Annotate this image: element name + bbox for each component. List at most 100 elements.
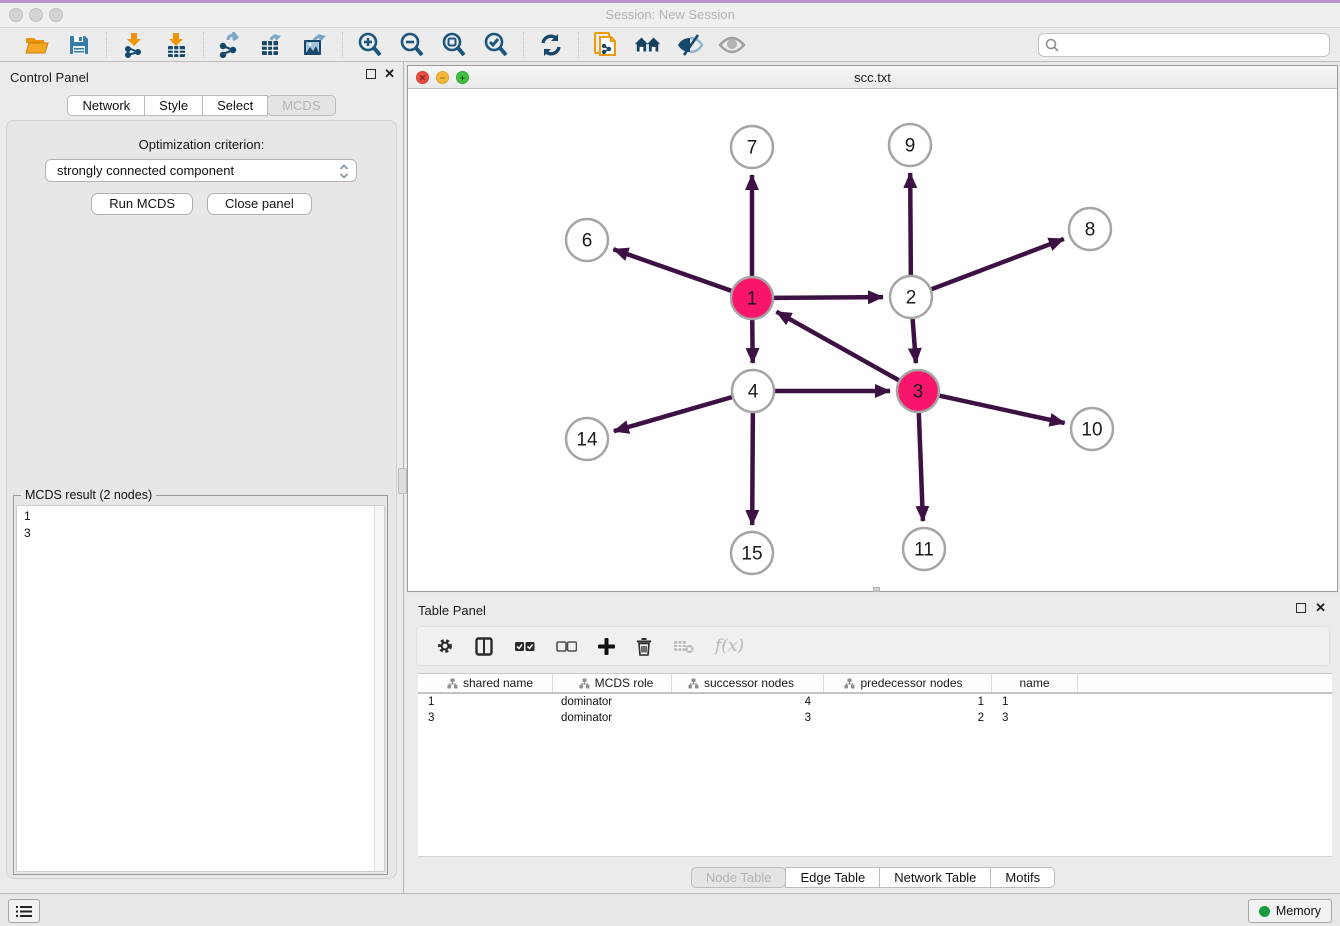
graph-edge-1-6[interactable] (613, 249, 731, 290)
save-session-icon[interactable] (65, 32, 93, 58)
result-scrollbar[interactable] (374, 506, 384, 871)
search-icon (1045, 38, 1059, 57)
graph-edge-2-9[interactable] (910, 173, 911, 275)
close-panel-icon[interactable]: ✕ (384, 69, 395, 79)
graph-edge-3-10[interactable] (939, 396, 1064, 423)
titlebar: Session: New Session (0, 3, 1340, 28)
criterion-dropdown[interactable]: strongly connected component (45, 159, 357, 182)
run-mcds-button[interactable]: Run MCDS (91, 193, 193, 215)
graph-node-label-2: 2 (906, 288, 917, 309)
graph-node-label-4: 4 (748, 382, 759, 403)
list-icon (16, 905, 32, 918)
tree-icon (579, 678, 590, 689)
table-settings-icon[interactable] (436, 637, 454, 655)
network-window-titlebar[interactable]: ✕ − + scc.txt (408, 66, 1337, 89)
zoom-in-icon[interactable] (356, 32, 384, 58)
new-network-from-selection-icon[interactable] (592, 32, 620, 58)
graph-node-label-9: 9 (905, 136, 916, 157)
close-panel-button[interactable]: Close panel (207, 193, 312, 215)
memory-label: Memory (1276, 904, 1321, 918)
delete-table-icon (673, 639, 694, 654)
tree-icon (844, 678, 855, 689)
status-bar: Memory (0, 893, 1340, 926)
zoom-out-icon[interactable] (398, 32, 426, 58)
task-history-button[interactable] (8, 899, 40, 923)
float-panel-icon[interactable] (366, 69, 376, 79)
open-session-icon[interactable] (23, 32, 51, 58)
main-toolbar (0, 28, 1340, 62)
search-input[interactable] (1038, 33, 1330, 57)
application-window: Session: New Session (0, 0, 1340, 926)
add-column-icon[interactable] (598, 638, 615, 655)
graph-edge-1-2[interactable] (774, 297, 883, 298)
zoom-selected-icon[interactable] (482, 32, 510, 58)
mcds-result-list[interactable]: 1 3 (16, 505, 385, 872)
result-line: 1 (24, 508, 384, 525)
column-header-name[interactable]: name (992, 674, 1078, 692)
tree-icon (688, 678, 699, 689)
control-panel: Control Panel ✕ Network Style Select MCD… (0, 62, 403, 893)
select-all-columns-icon[interactable] (514, 640, 535, 653)
zoom-fit-icon[interactable] (440, 32, 468, 58)
network-view-window: ✕ − + scc.txt 1234678910111415 (407, 65, 1338, 592)
tab-network-table[interactable]: Network Table (879, 867, 991, 888)
graph-edge-2-3[interactable] (913, 319, 916, 363)
memory-button[interactable]: Memory (1248, 899, 1332, 923)
search-field[interactable] (1038, 33, 1330, 57)
show-all-icon[interactable] (718, 32, 746, 58)
graph-edge-3-1[interactable] (776, 312, 898, 381)
import-table-icon[interactable] (162, 32, 190, 58)
horizontal-splitter-handle[interactable] (873, 587, 880, 592)
export-image-icon[interactable] (301, 32, 329, 58)
graph-node-label-11: 11 (914, 540, 934, 561)
graph-edge-4-14[interactable] (614, 397, 732, 431)
mcds-result-box: MCDS result (2 nodes) 1 3 (13, 495, 388, 875)
table-toolbar: f(x) (416, 626, 1330, 666)
table-header-row: shared name MCDS role successor nodes (418, 673, 1332, 694)
graph-edge-3-11[interactable] (919, 413, 923, 521)
hide-selected-icon[interactable] (676, 32, 704, 58)
export-network-icon[interactable] (217, 32, 245, 58)
graph-edge-4-15[interactable] (752, 413, 753, 525)
export-table-icon[interactable] (259, 32, 287, 58)
graph-edge-2-8[interactable] (932, 239, 1064, 289)
float-table-panel-icon[interactable] (1296, 603, 1306, 613)
control-panel-title: Control Panel (10, 70, 89, 85)
column-header-mcds-role[interactable]: MCDS role (553, 674, 672, 692)
tree-icon (447, 678, 458, 689)
window-title: Session: New Session (0, 7, 1340, 22)
first-neighbors-icon[interactable] (634, 32, 662, 58)
tab-style[interactable]: Style (144, 95, 203, 116)
result-line: 3 (24, 525, 384, 542)
tab-select[interactable]: Select (202, 95, 268, 116)
tab-edge-table[interactable]: Edge Table (785, 867, 880, 888)
close-table-panel-icon[interactable]: ✕ (1315, 603, 1326, 613)
refresh-view-icon[interactable] (537, 32, 565, 58)
column-header-successor-nodes[interactable]: successor nodes (672, 674, 824, 692)
column-header-shared-name[interactable]: shared name (418, 674, 553, 692)
table-panel-title: Table Panel (418, 603, 486, 618)
tab-network[interactable]: Network (67, 95, 145, 116)
network-graph[interactable]: 1234678910111415 (408, 90, 1337, 591)
table-panel: Table Panel ✕ (406, 595, 1340, 893)
tab-mcds[interactable]: MCDS (267, 95, 335, 116)
graph-node-label-8: 8 (1085, 220, 1096, 241)
graph-node-label-1: 1 (747, 289, 758, 310)
table-row[interactable]: 1 dominator 4 1 1 (418, 694, 1332, 710)
node-table[interactable]: shared name MCDS role successor nodes (418, 673, 1332, 857)
memory-status-icon (1259, 906, 1270, 917)
column-layout-icon[interactable] (475, 637, 493, 656)
table-row[interactable]: 3 dominator 3 2 3 (418, 710, 1332, 726)
delete-columns-icon[interactable] (636, 637, 652, 656)
import-network-icon[interactable] (120, 32, 148, 58)
function-builder-icon: f(x) (715, 636, 744, 656)
criterion-value: strongly connected component (57, 163, 234, 178)
tab-motifs[interactable]: Motifs (990, 867, 1055, 888)
tab-node-table[interactable]: Node Table (691, 867, 787, 888)
optimization-criterion-label: Optimization criterion: (7, 137, 396, 152)
unselect-all-columns-icon[interactable] (556, 640, 577, 653)
network-canvas[interactable]: 1234678910111415 (408, 90, 1337, 591)
column-header-predecessor-nodes[interactable]: predecessor nodes (824, 674, 992, 692)
graph-node-label-6: 6 (582, 231, 593, 252)
mcds-panel: Optimization criterion: strongly connect… (6, 120, 397, 879)
